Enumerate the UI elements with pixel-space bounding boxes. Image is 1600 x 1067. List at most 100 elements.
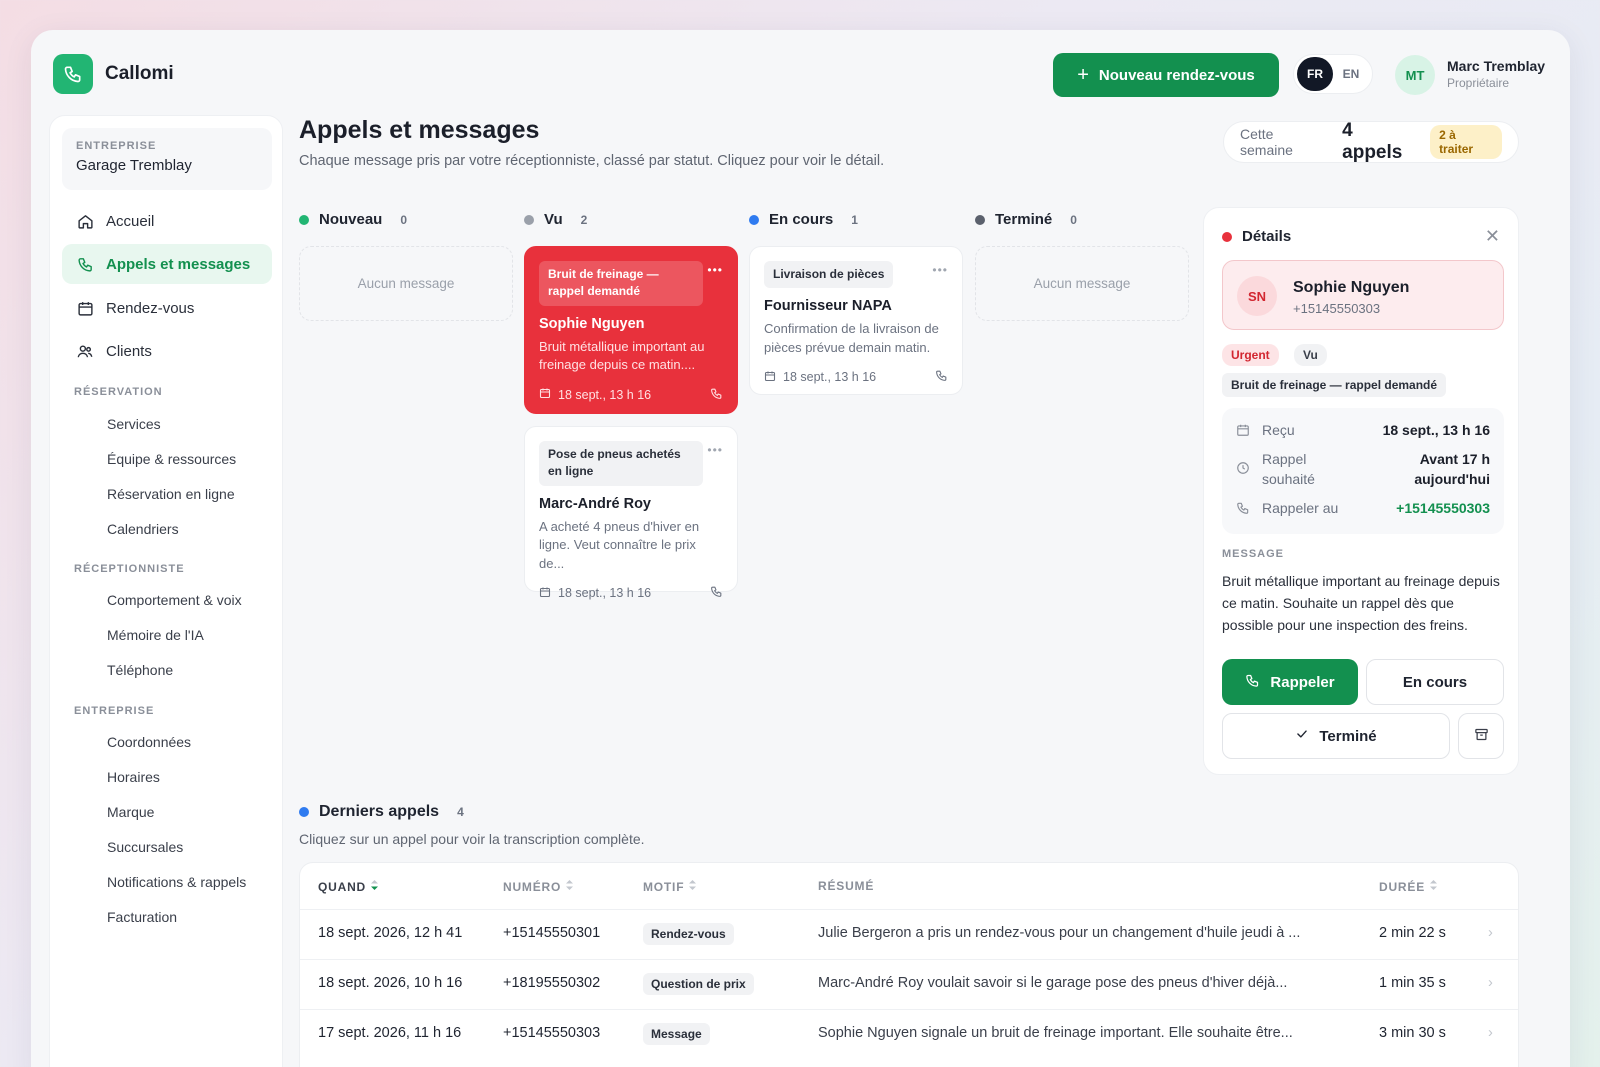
sidebar-item-billing[interactable]: Facturation [107, 909, 177, 925]
user-avatar[interactable]: MT [1395, 55, 1435, 95]
section-label-business: ENTREPRISE [74, 705, 155, 717]
sidebar-item-phone[interactable]: Téléphone [107, 662, 173, 678]
contact-avatar: SN [1237, 276, 1277, 316]
sidebar-item-contact-info[interactable]: Coordonnées [107, 734, 191, 750]
info-callback: Rappel souhaité Avant 17 h aujourd'hui [1236, 449, 1490, 490]
status-badge: Vu [1294, 344, 1327, 366]
column-header-duration[interactable]: DURÉE [1379, 879, 1438, 894]
column-header-in-progress: En cours 1 [749, 211, 858, 228]
app-logo[interactable]: Callomi [53, 54, 174, 94]
phone-icon[interactable] [710, 387, 723, 403]
lang-fr[interactable]: FR [1297, 57, 1333, 91]
phone-icon [1236, 501, 1250, 518]
sidebar-item-calendars[interactable]: Calendriers [107, 521, 179, 537]
column-title: Nouveau [319, 211, 383, 228]
card-contact-name: Marc-André Roy [539, 495, 651, 512]
urgent-badge: Urgent [1222, 344, 1279, 366]
message-card-urgent[interactable]: Bruit de freinage — rappel demandé ••• S… [524, 246, 738, 414]
card-description: Bruit métallique important au freinage d… [539, 338, 705, 373]
sidebar-item-services[interactable]: Services [107, 416, 161, 432]
column-header-when[interactable]: QUAND [318, 879, 379, 894]
table-row[interactable]: 18 sept. 2026, 12 h 41 +15145550301 Rend… [300, 909, 1518, 959]
calendar-icon [539, 586, 551, 601]
table-row[interactable]: 18 sept. 2026, 10 h 16 +18195550302 Ques… [300, 959, 1518, 1009]
cell-reason: Rendez-vous [643, 923, 734, 945]
card-footer: 18 sept., 13 h 16 [764, 369, 948, 385]
callback-number-link[interactable]: +15145550303 [1396, 498, 1490, 518]
card-description: A acheté 4 pneus d'hiver en ligne. Veut … [539, 518, 700, 571]
column-title: Terminé [995, 211, 1053, 228]
sidebar-item-brand[interactable]: Marque [107, 804, 154, 820]
status-dot [749, 214, 759, 225]
sort-desc-icon [370, 879, 379, 894]
in-progress-button[interactable]: En cours [1366, 659, 1504, 705]
check-icon [1295, 727, 1309, 745]
phone-icon[interactable] [935, 369, 948, 385]
status-dot [299, 807, 309, 817]
chevron-right-icon: › [1488, 925, 1493, 941]
more-icon[interactable]: ••• [932, 263, 948, 277]
column-header-label: MOTIF [643, 879, 685, 894]
mark-done-button[interactable]: Terminé [1222, 713, 1450, 759]
info-callback-number: Rappeler au +15145550303 [1236, 498, 1490, 518]
call-back-button[interactable]: Rappeler [1222, 659, 1358, 705]
column-count: 2 [580, 212, 588, 227]
column-header-number[interactable]: NUMÉRO [503, 879, 574, 894]
column-count: 0 [400, 212, 408, 227]
language-switch: FR EN [1293, 54, 1373, 94]
app-name: Callomi [105, 63, 174, 84]
info-label: Rappeler au [1262, 500, 1339, 516]
more-icon[interactable]: ••• [707, 443, 723, 457]
section-label-booking: RÉSERVATION [74, 386, 163, 398]
column-title: Vu [544, 211, 563, 228]
info-value: Avant 17 h aujourd'hui [1414, 449, 1490, 490]
sidebar-item-ai-memory[interactable]: Mémoire de l'IA [107, 627, 204, 643]
details-header: Détails [1222, 228, 1291, 245]
card-tag: Livraison de pièces [764, 261, 894, 289]
message-card[interactable]: Pose de pneus achetés en ligne ••• Marc-… [524, 426, 738, 600]
card-tag: Bruit de freinage — rappel demandé [539, 261, 703, 306]
sidebar-item-hours[interactable]: Horaires [107, 769, 160, 785]
sidebar-item-clients[interactable]: Clients [62, 331, 272, 371]
sidebar-item-behavior[interactable]: Comportement & voix [107, 592, 242, 608]
lang-en[interactable]: EN [1333, 57, 1369, 91]
cell-when: 18 sept. 2026, 12 h 41 [318, 925, 463, 941]
cell-duration: 3 min 30 s [1379, 1025, 1446, 1041]
column-count: 0 [1070, 212, 1077, 227]
to-process-badge[interactable]: 2 à traiter [1430, 125, 1502, 159]
more-icon[interactable]: ••• [707, 263, 723, 277]
message-card[interactable]: Livraison de pièces ••• Fournisseur NAPA… [749, 246, 963, 395]
sidebar-item-appointments[interactable]: Rendez-vous [62, 288, 272, 328]
reason-chip: Bruit de freinage — rappel demandé [1222, 373, 1447, 397]
contact-card: SN Sophie Nguyen +15145550303 [1222, 260, 1504, 330]
users-icon [76, 342, 94, 360]
business-switcher[interactable]: ENTREPRISE Garage Tremblay [62, 128, 272, 190]
sidebar-item-home[interactable]: Accueil [62, 201, 272, 241]
card-footer: 18 sept., 13 h 16 [539, 387, 723, 403]
column-header-reason[interactable]: MOTIF [643, 879, 697, 894]
calendar-icon [539, 387, 551, 402]
close-icon[interactable]: ✕ [1485, 226, 1500, 247]
empty-column-new: Aucun message [299, 246, 513, 321]
new-appointment-button[interactable]: + Nouveau rendez-vous [1053, 53, 1279, 97]
sidebar-item-calls[interactable]: Appels et messages [62, 244, 272, 284]
sidebar-item-notifications[interactable]: Notifications & rappels [107, 874, 246, 890]
archive-icon [1474, 727, 1489, 746]
phone-icon[interactable] [710, 585, 723, 601]
table-row[interactable]: 17 sept. 2026, 11 h 16 +15145550303 Mess… [300, 1009, 1518, 1059]
sidebar-item-online-booking[interactable]: Réservation en ligne [107, 486, 235, 502]
card-contact-name: Sophie Nguyen [539, 315, 645, 332]
sort-icon [1429, 879, 1438, 894]
contact-phone: +15145550303 [1293, 301, 1381, 316]
recent-calls-header: Derniers appels 4 [299, 803, 464, 821]
cell-duration: 2 min 22 s [1379, 925, 1446, 941]
cell-summary: Marc-André Roy voulait savoir si le gara… [818, 975, 1288, 991]
sidebar-item-label: Rendez-vous [106, 299, 195, 317]
sidebar-item-branches[interactable]: Succursales [107, 839, 183, 855]
sidebar-item-team[interactable]: Équipe & ressources [107, 451, 236, 467]
column-header-label: DURÉE [1379, 879, 1426, 894]
status-dot [1222, 231, 1232, 242]
card-tag: Pose de pneus achetés en ligne [539, 441, 703, 486]
business-name: Garage Tremblay [76, 157, 192, 174]
archive-button[interactable] [1458, 713, 1504, 759]
